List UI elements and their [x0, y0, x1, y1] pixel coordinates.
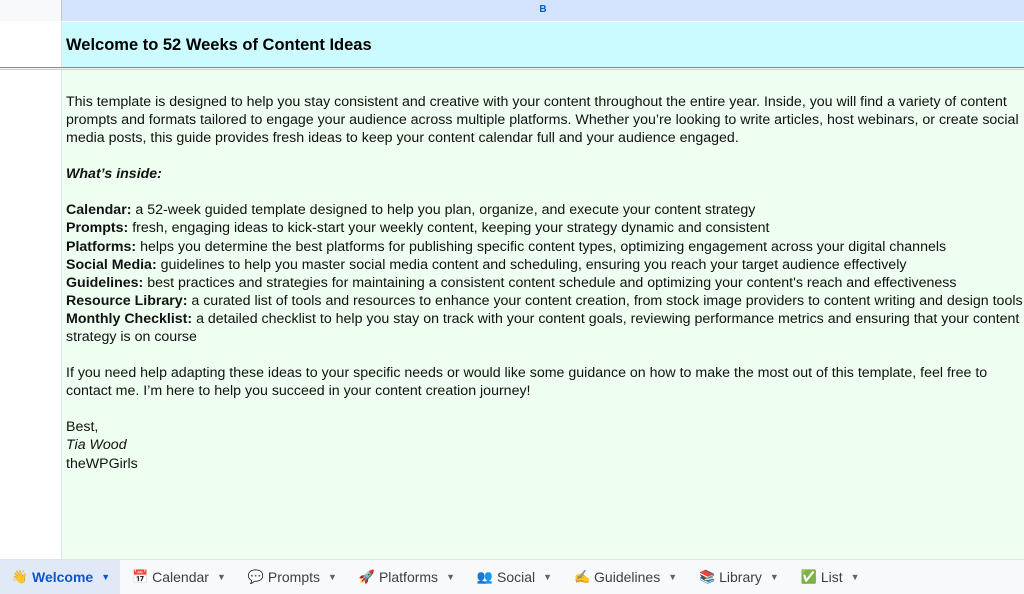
check-mark-icon: ✅: [800, 569, 817, 584]
chevron-down-icon[interactable]: ▼: [446, 572, 455, 582]
item-description: fresh, engaging ideas to kick-start your…: [128, 220, 770, 237]
item-calendar: Calendar: a 52-week guided template desi…: [66, 201, 1024, 219]
tab-library[interactable]: 📚 Library ▼: [687, 560, 789, 594]
chevron-down-icon[interactable]: ▼: [217, 572, 226, 582]
chevron-down-icon[interactable]: ▼: [101, 572, 110, 582]
tab-list[interactable]: ✅ List ▼: [789, 560, 870, 594]
item-label: Platforms:: [66, 238, 137, 255]
chevron-down-icon[interactable]: ▼: [770, 572, 779, 582]
tab-label: Calendar: [152, 569, 209, 585]
item-label: Calendar:: [66, 202, 132, 219]
chevron-down-icon[interactable]: ▼: [668, 572, 677, 582]
tab-label: Platforms: [378, 569, 439, 585]
row-gutter: [0, 22, 62, 559]
item-social-media: Social Media: guidelines to help you mas…: [66, 256, 1024, 274]
chevron-down-icon[interactable]: ▼: [851, 572, 860, 582]
tab-label: Guidelines: [594, 569, 661, 585]
item-description: a curated list of tools and resources to…: [187, 292, 1023, 309]
chevron-down-icon[interactable]: ▼: [543, 572, 552, 582]
tab-social[interactable]: 👥 Social ▼: [465, 560, 562, 594]
intro-paragraph: This template is designed to help you st…: [66, 94, 1019, 147]
item-platforms: Platforms: helps you determine the best …: [66, 238, 1024, 256]
item-resource-library: Resource Library: a curated list of tool…: [66, 292, 1024, 310]
column-header-b[interactable]: B: [62, 0, 1024, 21]
item-label: Guidelines:: [66, 274, 144, 291]
signature-company: theWPGirls: [66, 455, 138, 472]
books-icon: 📚: [699, 569, 716, 584]
calendar-icon: 📅: [132, 569, 149, 584]
item-prompts: Prompts: fresh, engaging ideas to kick-s…: [66, 219, 1024, 237]
select-all-corner[interactable]: [0, 0, 62, 21]
item-description: a 52-week guided template designed to he…: [131, 202, 756, 219]
item-guidelines: Guidelines: best practices and strategie…: [66, 274, 1024, 292]
chevron-down-icon[interactable]: ▼: [328, 572, 337, 582]
speech-bubble-icon: 💬: [247, 569, 264, 584]
sheet-tabs-bar: 👋 Welcome ▼ 📅 Calendar ▼ 💬 Prompts ▼ 🚀 P…: [0, 559, 1024, 594]
item-description: best practices and strategies for mainta…: [143, 274, 957, 291]
column-header-row: B: [0, 0, 1024, 21]
tab-calendar[interactable]: 📅 Calendar ▼: [120, 560, 236, 594]
tab-label: Library: [719, 569, 762, 585]
welcome-text-block: This template is designed to help you st…: [66, 93, 1024, 473]
rocket-icon: 🚀: [358, 569, 376, 584]
item-description: a detailed checklist to help you stay on…: [66, 310, 1020, 346]
people-icon: 👥: [476, 569, 494, 584]
item-monthly-checklist: Monthly Checklist: a detailed checklist …: [66, 310, 1024, 346]
tab-label: Social: [496, 569, 536, 585]
item-label: Prompts:: [66, 220, 129, 237]
tab-label: Prompts: [267, 569, 321, 585]
closing-paragraph: If you need help adapting these ideas to…: [66, 365, 988, 400]
item-description: guidelines to help you master social med…: [156, 256, 907, 273]
tab-label: List: [820, 569, 843, 585]
signature-name: Tia Wood: [66, 437, 127, 454]
signature-greeting: Best,: [66, 419, 99, 436]
item-label: Monthly Checklist:: [66, 310, 193, 327]
item-label: Resource Library:: [66, 292, 188, 309]
whats-inside-heading: What’s inside:: [66, 166, 162, 183]
item-label: Social Media:: [66, 256, 157, 273]
tab-label: Welcome: [32, 569, 94, 585]
tab-platforms[interactable]: 🚀 Platforms ▼: [347, 560, 465, 594]
tab-prompts[interactable]: 💬 Prompts ▼: [236, 560, 347, 594]
tab-guidelines[interactable]: ✍ Guidelines ▼: [562, 560, 687, 594]
tab-welcome[interactable]: 👋 Welcome ▼: [0, 559, 121, 594]
page-title: Welcome to 52 Weeks of Content Ideas: [66, 36, 372, 54]
writing-hand-icon: ✍: [573, 569, 591, 584]
item-description: helps you determine the best platforms f…: [136, 238, 947, 255]
waving-hand-icon: 👋: [11, 569, 29, 584]
